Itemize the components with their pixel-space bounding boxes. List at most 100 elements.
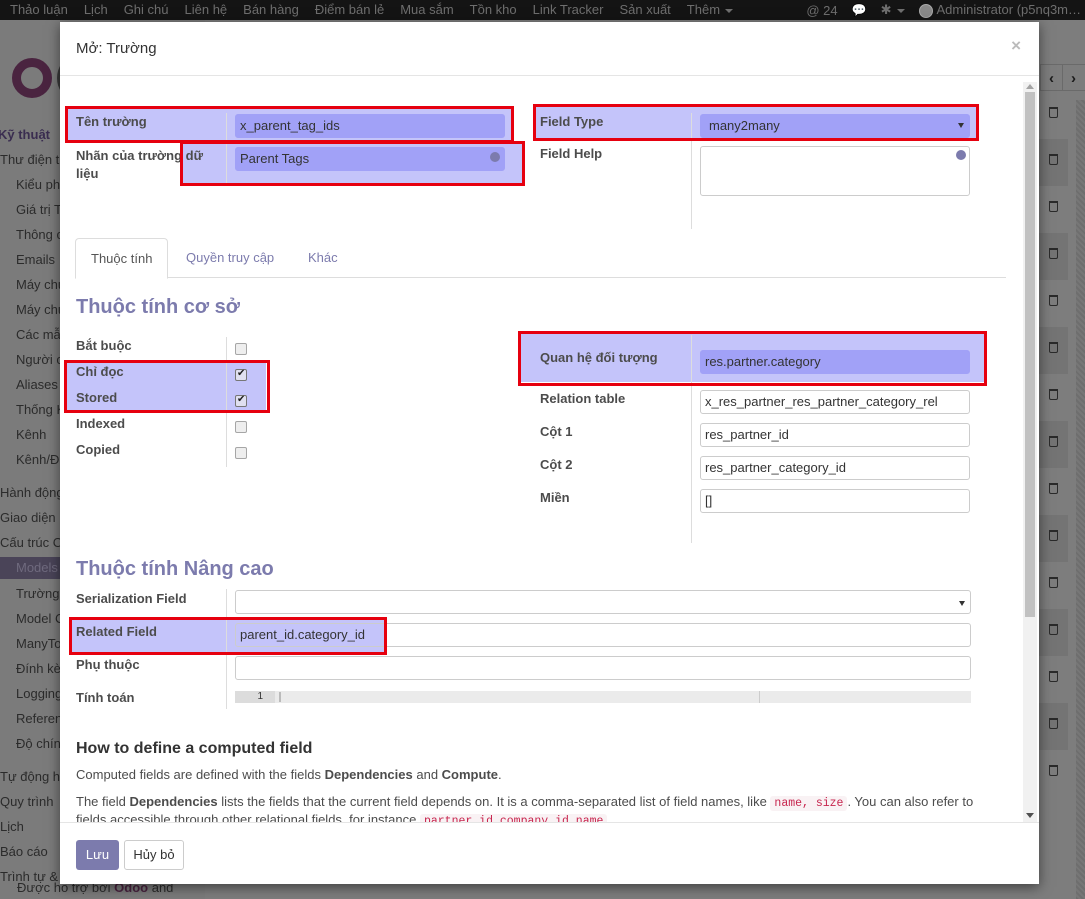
menu-contacts[interactable]: Liên hệ bbox=[185, 3, 228, 17]
trash-icon[interactable] bbox=[1049, 154, 1058, 165]
tab-other[interactable]: Khác bbox=[308, 238, 338, 278]
column2-input[interactable]: res_partner_category_id bbox=[700, 456, 970, 480]
divider bbox=[691, 335, 692, 543]
required-checkbox[interactable] bbox=[235, 343, 247, 355]
mentions-counter[interactable]: @ 24 bbox=[806, 3, 837, 18]
translate-globe-icon[interactable] bbox=[956, 150, 966, 160]
sidebar-item[interactable]: Báo cáo bbox=[0, 844, 48, 859]
compute-code-editor[interactable]: 1 bbox=[235, 691, 971, 703]
trash-icon[interactable] bbox=[1049, 342, 1058, 353]
sidebar-item[interactable]: Cấu trúc C bbox=[0, 535, 62, 550]
sidebar-item[interactable]: Thư điện tử bbox=[0, 152, 68, 167]
sidebar-item[interactable]: Aliases bbox=[16, 377, 58, 392]
sidebar-item[interactable]: Kiểu ph bbox=[16, 177, 60, 192]
field-label-input[interactable]: Parent Tags bbox=[235, 147, 505, 171]
sidebar-item[interactable]: Giá trị T bbox=[16, 202, 62, 217]
sidebar-item[interactable]: Logging bbox=[16, 686, 62, 701]
menu-manufacturing[interactable]: Sản xuất bbox=[619, 3, 670, 17]
divider bbox=[226, 113, 227, 183]
trash-icon[interactable] bbox=[1049, 624, 1058, 635]
sidebar-item[interactable]: Emails bbox=[16, 252, 55, 267]
sidebar-item[interactable]: Máy chủ bbox=[16, 302, 65, 317]
stored-checkbox[interactable] bbox=[235, 394, 247, 407]
sidebar-item[interactable]: Kênh bbox=[16, 427, 46, 442]
cancel-button[interactable]: Hủy bỏ bbox=[124, 840, 184, 870]
sidebar-item[interactable]: Thông c bbox=[16, 227, 63, 242]
readonly-checkbox[interactable] bbox=[235, 368, 247, 381]
sidebar-item[interactable]: Tự động h bbox=[0, 769, 60, 784]
scrollbar-thumb[interactable] bbox=[1025, 92, 1035, 617]
close-icon[interactable]: × bbox=[1011, 36, 1021, 56]
sidebar-item[interactable]: Đính kè bbox=[16, 661, 61, 676]
serialization-select[interactable] bbox=[235, 590, 971, 614]
related-field-input[interactable]: parent_id.category_id bbox=[235, 623, 971, 647]
trash-icon[interactable] bbox=[1049, 671, 1058, 682]
debug-bug-icon[interactable]: ✱ bbox=[881, 2, 905, 18]
column1-input[interactable]: res_partner_id bbox=[700, 423, 970, 447]
relation-label: Quan hệ đối tượng bbox=[540, 350, 658, 365]
menu-more-label: Thêm bbox=[686, 2, 721, 17]
sidebar-item[interactable]: Giao diện bbox=[0, 510, 56, 525]
relation-input[interactable]: res.partner.category bbox=[700, 350, 970, 374]
depends-input[interactable] bbox=[235, 656, 971, 680]
help-text: lists the fields that the current field … bbox=[217, 794, 771, 809]
sidebar-item[interactable]: Lịch bbox=[0, 819, 24, 834]
sidebar-item[interactable]: Các mẫ bbox=[16, 327, 61, 342]
sidebar-item[interactable]: Hành động bbox=[0, 485, 64, 500]
menu-purchase[interactable]: Mua sắm bbox=[400, 3, 453, 17]
domain-input[interactable]: [] bbox=[700, 489, 970, 513]
sidebar-item[interactable]: Độ chín bbox=[16, 736, 61, 751]
pager-prev-icon[interactable]: ‹ bbox=[1040, 65, 1062, 90]
sidebar-item[interactable]: Model C bbox=[16, 611, 64, 626]
user-menu[interactable]: Administrator (p5nq3m… bbox=[918, 2, 1081, 18]
pager-next-icon[interactable]: › bbox=[1062, 65, 1084, 90]
sidebar-item[interactable]: Máy chủ bbox=[16, 277, 65, 292]
tab-access-rights[interactable]: Quyền truy cập bbox=[186, 238, 274, 278]
trash-icon[interactable] bbox=[1049, 201, 1058, 212]
divider bbox=[226, 337, 227, 467]
relation-table-input[interactable]: x_res_partner_res_partner_category_rel bbox=[700, 390, 970, 414]
sidebar-item[interactable]: Thống K bbox=[16, 402, 65, 417]
dialog-scrollbar[interactable] bbox=[1023, 82, 1037, 822]
trash-icon[interactable] bbox=[1049, 248, 1058, 259]
field-type-label: Field Type bbox=[540, 114, 604, 129]
trash-icon[interactable] bbox=[1049, 107, 1058, 118]
sidebar-item[interactable]: Referen bbox=[16, 711, 62, 726]
save-button[interactable]: Lưu bbox=[76, 840, 119, 870]
menu-sales[interactable]: Bán hàng bbox=[243, 3, 299, 17]
field-help-textarea[interactable] bbox=[700, 146, 970, 196]
scroll-down-icon[interactable] bbox=[1026, 813, 1034, 818]
field-name-input[interactable]: x_parent_tag_ids bbox=[235, 114, 505, 138]
trash-icon[interactable] bbox=[1049, 389, 1058, 400]
translate-globe-icon[interactable] bbox=[490, 152, 500, 162]
help-text: . bbox=[607, 812, 612, 822]
menu-link-tracker[interactable]: Link Tracker bbox=[533, 3, 604, 17]
menu-more[interactable]: Thêm bbox=[686, 2, 734, 17]
help-strong: Dependencies bbox=[324, 767, 413, 782]
trash-icon[interactable] bbox=[1049, 295, 1058, 306]
chat-icon[interactable]: 💬 bbox=[852, 3, 867, 17]
scroll-up-icon[interactable] bbox=[1026, 84, 1034, 89]
trash-icon[interactable] bbox=[1049, 436, 1058, 447]
indexed-checkbox[interactable] bbox=[235, 421, 247, 433]
copied-checkbox[interactable] bbox=[235, 447, 247, 459]
sidebar-item[interactable]: Quy trình bbox=[0, 794, 53, 809]
app-menu: Thảo luận Lịch Ghi chú Liên hệ Bán hàng … bbox=[0, 3, 737, 17]
trash-icon[interactable] bbox=[1049, 530, 1058, 541]
menu-inventory[interactable]: Tồn kho bbox=[470, 3, 517, 17]
trash-icon[interactable] bbox=[1049, 483, 1058, 494]
list-row bbox=[1038, 515, 1068, 562]
trash-icon[interactable] bbox=[1049, 718, 1058, 729]
menu-notes[interactable]: Ghi chú bbox=[124, 3, 169, 17]
sidebar-item[interactable]: ManyTo bbox=[16, 636, 62, 651]
menu-calendar[interactable]: Lịch bbox=[84, 3, 108, 17]
tab-properties[interactable]: Thuộc tính bbox=[75, 238, 169, 279]
trash-icon[interactable] bbox=[1049, 765, 1058, 776]
menu-pos[interactable]: Điểm bán lẻ bbox=[315, 3, 384, 17]
menu-discuss[interactable]: Thảo luận bbox=[10, 3, 68, 17]
field-type-select[interactable]: many2many bbox=[700, 114, 970, 138]
sidebar-item[interactable]: Trường bbox=[16, 586, 59, 601]
sidebar-item[interactable]: Người c bbox=[16, 352, 63, 367]
trash-icon[interactable] bbox=[1049, 577, 1058, 588]
sidebar-item[interactable]: Kênh/Đ bbox=[16, 452, 59, 467]
